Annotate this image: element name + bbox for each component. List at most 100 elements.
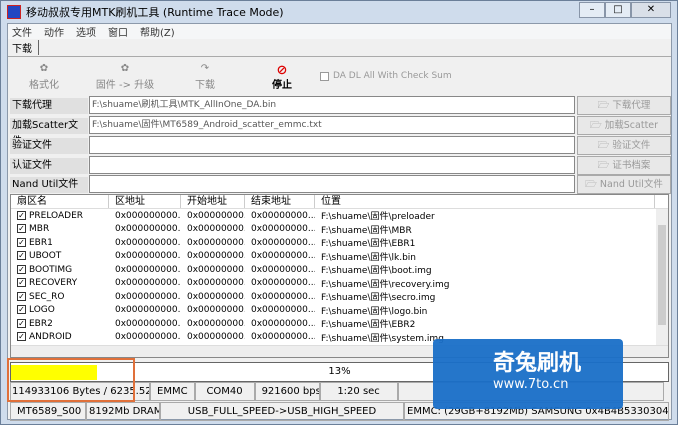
table-row[interactable]: ✓LOGO 0x000000000... 0x00000000... 0x000000… [11,304,668,318]
app-icon [7,5,21,19]
da-browse-button[interactable]: 🗁 下载代理 [577,96,671,115]
cell: 0x00000000... [245,238,315,248]
cell-text: 0x000000000... [115,237,181,248]
button-label: 加载Scatter [604,120,659,131]
column-name[interactable]: 扇区名 [11,195,109,208]
watermark-name: 奇兔刷机 [493,351,582,376]
maximize-button[interactable]: □ [605,2,631,18]
cell-text: 0x00000000... [251,332,315,343]
highlight-box [7,358,135,402]
cell: 0x00000000... [181,238,245,248]
upgrade-icon: ✿ [120,63,130,74]
cell-text: 0x00000000... [187,210,245,221]
toolbar: ✿ 格式化 ✿ 固件 -> 升级 ↷ 下载 ⊘ 停止 DA DL All With Ch… [8,59,671,95]
minimize-button[interactable]: – [579,2,605,18]
auth-input[interactable] [89,156,575,174]
row-checkbox[interactable]: ✓ [17,305,26,315]
table-row[interactable]: ✓PRELOADER 0x000000000... 0x00000000... 0x0… [11,209,668,223]
format-button[interactable]: ✿ 格式化 [14,63,74,91]
upgrade-button[interactable]: ✿ 固件 -> 升级 [90,63,160,91]
table-row[interactable]: ✓EBR2 0x000000000... 0x00000000... 0x000000… [11,317,668,331]
close-button[interactable]: ✕ [631,2,671,18]
table-row[interactable]: ✓SEC_RO 0x000000000... 0x00000000... 0x0000… [11,290,668,304]
field-verify: 验证文件 🗁 验证文件 [8,135,671,155]
scatter-browse-button[interactable]: 🗁 加载Scatter [577,116,671,135]
watermark-url: www.7to.cn [493,377,569,392]
cell-text: BOOTIMG [29,264,73,275]
row-checkbox[interactable]: ✓ [17,210,26,220]
cell-text: 0x00000000... [187,251,245,262]
column-end[interactable]: 结束地址 [245,195,315,208]
menu-options[interactable]: 选项 [76,24,96,39]
table-row[interactable]: ✓EBR1 0x000000000... 0x00000000... 0x000000… [11,236,668,250]
menu-help[interactable]: 帮助(Z) [140,24,175,39]
table-row[interactable]: ✓MBR 0x000000000... 0x00000000... 0x0000000… [11,223,668,237]
column-location[interactable]: 位置 [315,195,655,208]
verify-browse-button[interactable]: 🗁 验证文件 [577,136,671,155]
cell-text: F:\shuame\固件\secro.img [321,293,436,304]
row-checkbox[interactable]: ✓ [17,264,26,274]
cell: 0x00000000... [181,211,245,221]
cell-text: 0x000000000... [115,305,181,316]
nand-input[interactable] [89,175,575,193]
da-input[interactable]: F:\shuame\刷机工具\MTK_AllInOne_DA.bin [89,96,575,114]
cell-text: 0x00000000... [251,264,315,275]
scatter-input[interactable]: F:\shuame\固件\MT6589_Android_scatter_emmc… [89,116,575,134]
column-region[interactable]: 区地址 [109,195,181,208]
checksum-checkbox[interactable]: DA DL All With Check Sum [320,71,452,81]
button-label: 验证文件 [612,140,651,151]
nand-browse-button[interactable]: 🗁 Nand Util文件 [577,175,671,194]
cell-text: 0x00000000... [187,291,245,302]
stop-icon: ⊘ [276,63,288,78]
field-label: 下载代理 [10,98,88,114]
field-nand: Nand Util文件 🗁 Nand Util文件 [8,174,671,194]
row-checkbox[interactable]: ✓ [17,237,26,247]
table-row[interactable]: ✓UBOOT 0x000000000... 0x00000000... 0x00000… [11,250,668,264]
cell: 0x00000000... [181,278,245,288]
menu-file[interactable]: 文件 [12,24,32,39]
download-icon: ↷ [200,63,210,74]
field-label: 认证文件 [10,158,88,174]
cell: F:\shuame\固件\MBR [315,223,655,236]
row-checkbox[interactable]: ✓ [17,278,26,288]
row-checkbox[interactable]: ✓ [17,251,26,261]
row-checkbox[interactable]: ✓ [17,224,26,234]
cert-browse-button[interactable]: 🗁 证书档案 [577,156,671,175]
cell: 0x000000000... [109,319,181,329]
cell-text: 0x000000000... [115,278,181,289]
cell: F:\shuame\固件\logo.bin [315,304,655,317]
cell: 0x00000000... [181,224,245,234]
verify-input[interactable] [89,136,575,154]
row-checkbox[interactable]: ✓ [17,318,26,328]
field-auth: 认证文件 🗁 证书档案 [8,155,671,175]
status-port: COM40 [194,382,255,401]
table-row[interactable]: ✓RECOVERY 0x000000000... 0x00000000... 0x00… [11,277,668,291]
cell-text: 0x00000000... [251,251,315,262]
cell: 0x00000000... [245,332,315,342]
table-row[interactable]: ✓BOOTIMG 0x000000000... 0x00000000... 0x000… [11,263,668,277]
cell-text: 0x00000000... [187,224,245,235]
cell: F:\shuame\固件\EBR2 [315,317,655,330]
cell-text: F:\shuame\固件\system.img [321,333,444,344]
column-start[interactable]: 开始地址 [181,195,245,208]
cell: F:\shuame\固件\boot.img [315,263,655,276]
vertical-scrollbar[interactable] [656,209,668,345]
checksum-label: DA DL All With Check Sum [333,71,452,81]
row-checkbox[interactable]: ✓ [17,291,26,301]
app-window: 移动叔叔专用MTK刷机工具 (Runtime Trace Mode) – □ ✕… [0,0,678,425]
tab-download[interactable]: 下载 [12,40,39,55]
menu-window[interactable]: 窗口 [108,24,128,39]
cell-text: 0x000000000... [115,210,181,221]
download-label: 下载 [195,80,215,91]
partition-list[interactable]: 扇区名 区地址 开始地址 结束地址 位置 ✓ PRELOADER 0x0000000… [10,194,669,358]
menu-action[interactable]: 动作 [44,24,64,39]
download-button[interactable]: ↷ 下载 [175,63,235,91]
field-label: 加载Scatter文件 [10,118,88,147]
cell-text: LOGO [29,305,55,316]
cell-text: F:\shuame\固件\logo.bin [321,306,428,317]
menu-bar: 文件 动作 选项 窗口 帮助(Z) [8,24,671,39]
cell: F:\shuame\固件\recovery.img [315,277,655,290]
row-checkbox[interactable]: ✓ [17,332,26,342]
stop-button[interactable]: ⊘ 停止 [252,63,312,91]
cell-text: 0x000000000... [115,264,181,275]
